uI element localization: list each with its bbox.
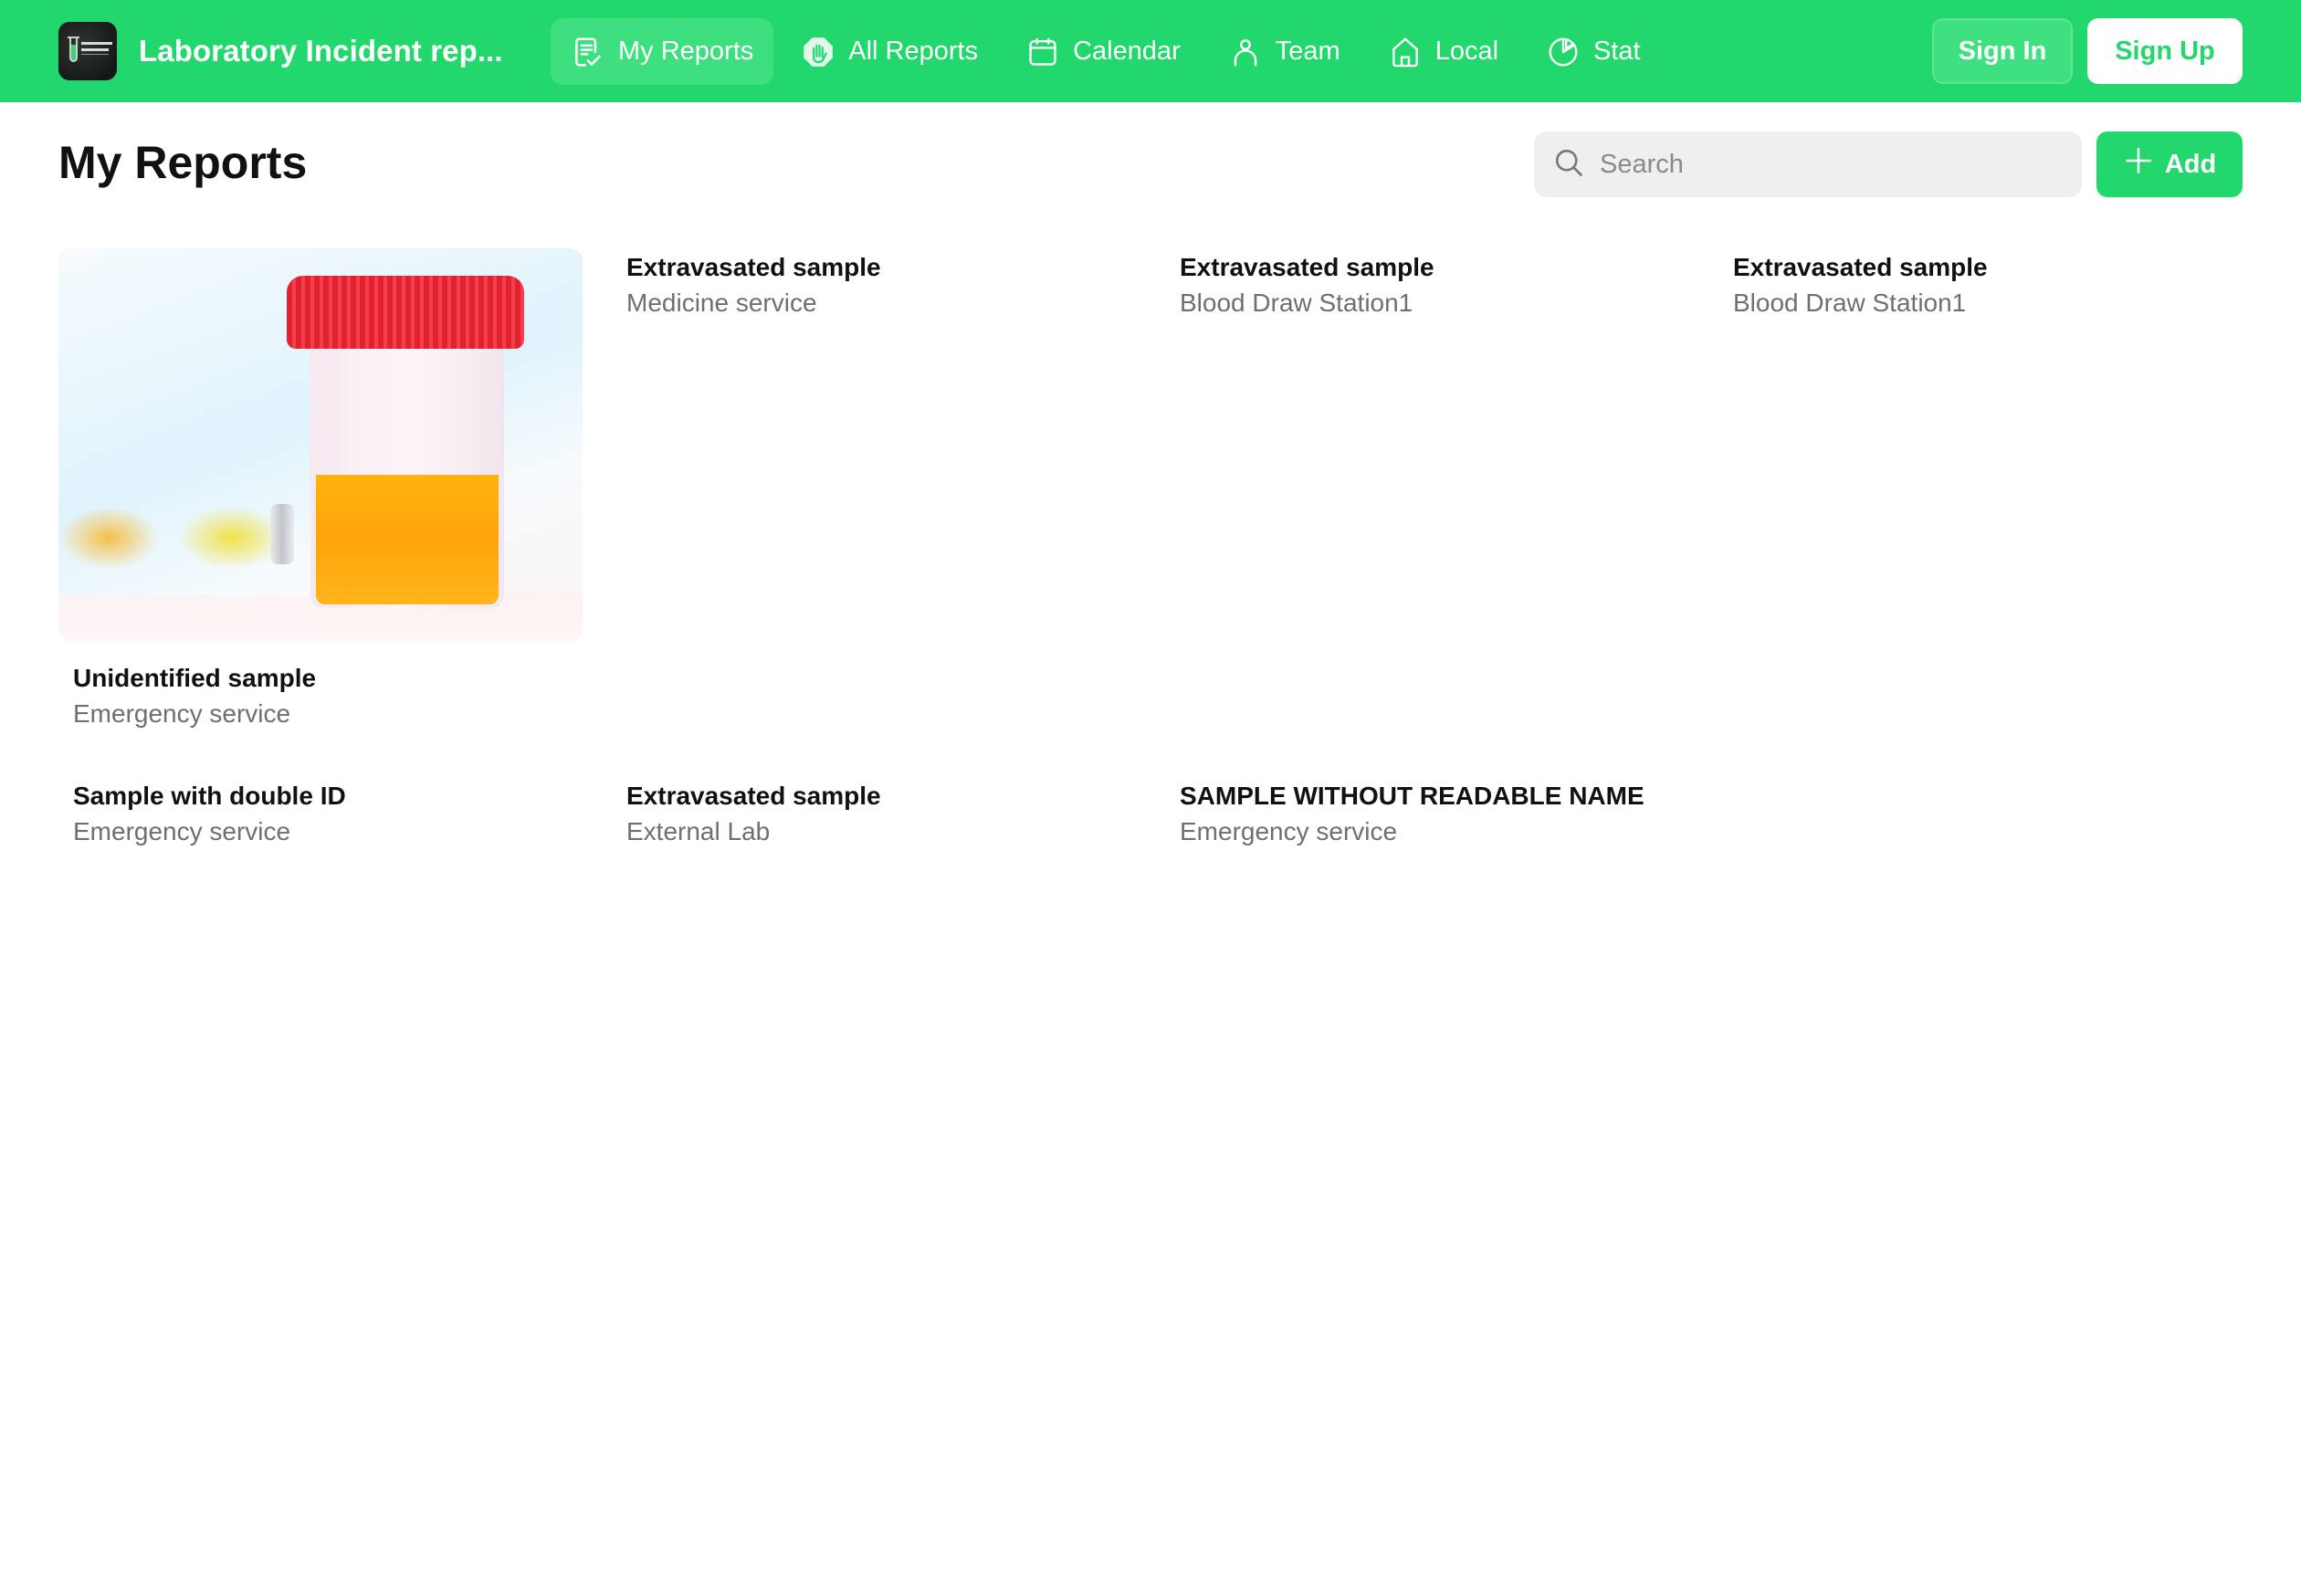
user-icon <box>1228 35 1263 69</box>
nav-item-label: Stat <box>1593 37 1641 66</box>
report-service: Emergency service <box>73 699 291 728</box>
search-bar[interactable] <box>1534 131 2082 197</box>
nav-item-label: Calendar <box>1073 37 1181 66</box>
report-service: Blood Draw Station1 <box>1180 289 1413 317</box>
nav-item-label: My Reports <box>618 37 754 66</box>
page-title: My Reports <box>58 137 308 188</box>
image-detail <box>58 506 159 570</box>
sign-in-button[interactable]: Sign In <box>1932 18 2073 84</box>
report-card[interactable]: Extravasated sample Blood Draw Station1 <box>1180 250 1704 321</box>
nav-item-stat[interactable]: Stat <box>1526 18 1661 85</box>
app-title[interactable]: Laboratory Incident rep... <box>139 29 503 73</box>
sign-up-button[interactable]: Sign Up <box>2087 18 2243 84</box>
nav-item-team[interactable]: Team <box>1208 18 1361 85</box>
nav-item-local[interactable]: Local <box>1368 18 1518 85</box>
report-card[interactable]: SAMPLE WITHOUT READABLE NAME Emergency s… <box>1180 779 1704 850</box>
logo-text-line <box>81 42 112 45</box>
sample-liquid <box>316 475 499 604</box>
logo-text-line <box>81 54 109 55</box>
nav-item-label: Local <box>1434 37 1499 66</box>
nav-item-label: All Reports <box>848 37 979 66</box>
report-title: Extravasated sample <box>626 782 881 810</box>
sample-jar-cap <box>287 276 524 349</box>
report-title: SAMPLE WITHOUT READABLE NAME <box>1180 782 1644 810</box>
report-card[interactable]: Extravasated sample Medicine service <box>626 250 1150 321</box>
report-card[interactable]: Extravasated sample External Lab <box>626 779 1150 850</box>
plus-icon <box>2123 145 2165 184</box>
report-check-icon <box>571 35 605 69</box>
nav-item-all-reports[interactable]: All Reports <box>781 18 998 85</box>
stop-hand-icon <box>801 35 835 69</box>
add-label: Add <box>2164 149 2217 179</box>
image-detail <box>270 504 294 564</box>
pie-chart-icon <box>1546 35 1581 69</box>
nav-item-label: Team <box>1275 37 1340 66</box>
home-icon <box>1388 35 1423 69</box>
report-title: Extravasated sample <box>1733 253 1988 281</box>
report-service: Emergency service <box>1180 817 1398 845</box>
report-title: Sample with double ID <box>73 782 346 810</box>
main-nav: My Reports All Reports Calendar Team Loc… <box>551 18 1668 85</box>
calendar-icon <box>1025 35 1060 69</box>
report-title: Extravasated sample <box>626 253 881 281</box>
top-nav-bar: Laboratory Incident rep... My Reports Al… <box>0 0 2301 102</box>
nav-item-my-reports[interactable]: My Reports <box>551 18 774 85</box>
report-card[interactable]: Unidentified sample Emergency service <box>58 248 583 732</box>
report-title: Extravasated sample <box>1180 253 1434 281</box>
logo-test-tube-icon <box>69 38 78 62</box>
report-service: Medicine service <box>626 289 817 317</box>
nav-item-calendar[interactable]: Calendar <box>1005 18 1201 85</box>
search-icon <box>1552 146 1585 184</box>
report-service: Emergency service <box>73 817 291 845</box>
logo-text-line <box>81 48 109 51</box>
report-card[interactable]: Extravasated sample Blood Draw Station1 <box>1733 250 2257 321</box>
report-thumbnail-image <box>58 248 583 641</box>
add-report-button[interactable]: Add <box>2096 131 2243 197</box>
app-logo[interactable] <box>58 22 117 80</box>
report-service: External Lab <box>626 817 771 845</box>
report-card[interactable]: Sample with double ID Emergency service <box>73 779 597 850</box>
search-input[interactable] <box>1600 149 2075 180</box>
report-title: Unidentified sample <box>73 664 317 692</box>
report-service: Blood Draw Station1 <box>1733 289 1967 317</box>
